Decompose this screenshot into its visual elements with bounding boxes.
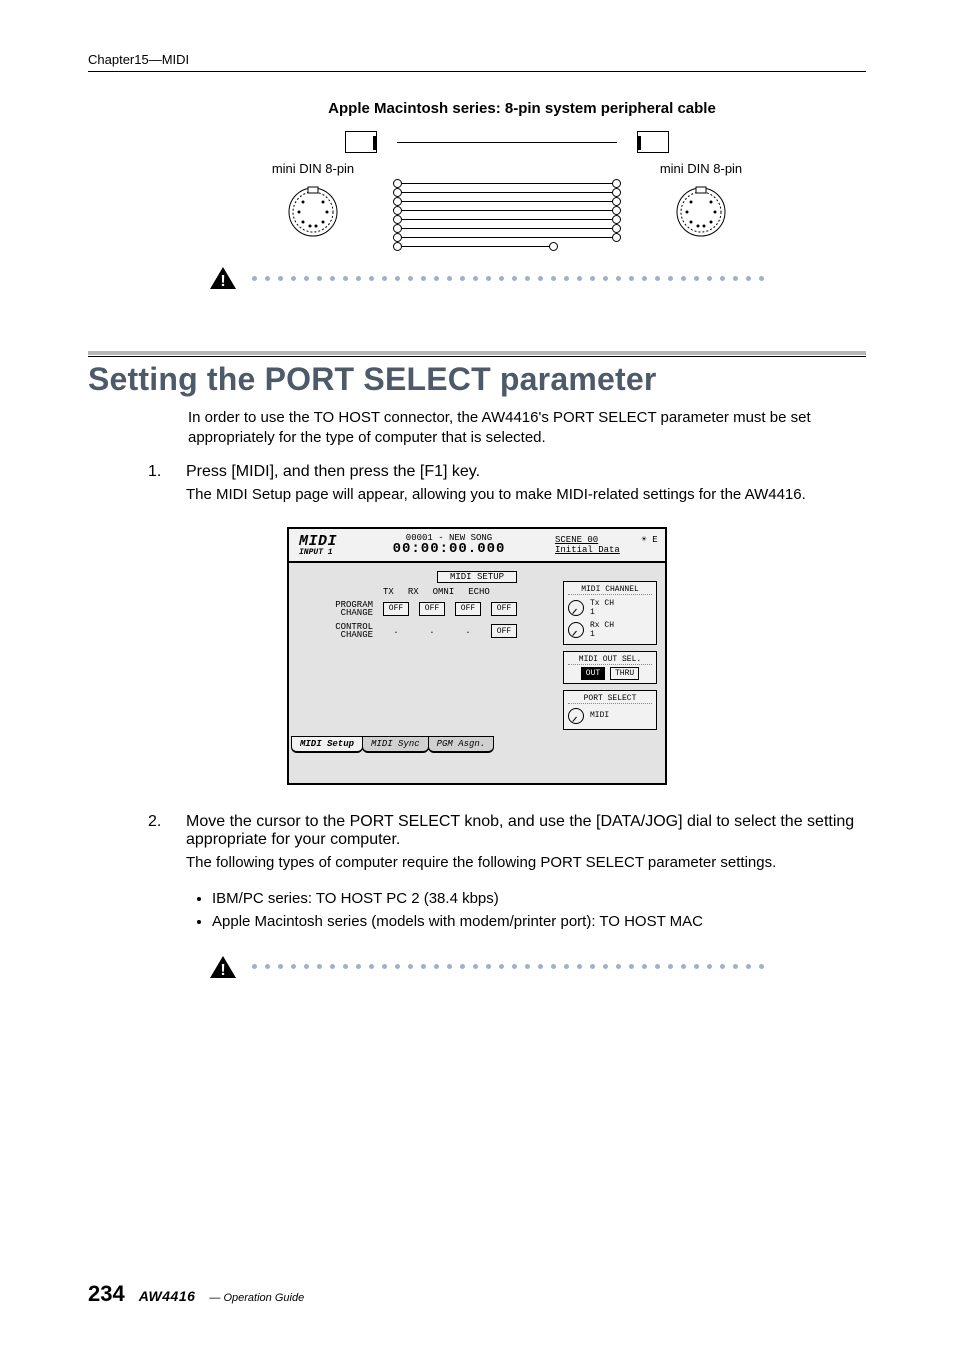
scene-e: E bbox=[652, 535, 657, 545]
connector-box-right bbox=[637, 131, 669, 153]
rx-ch-knob bbox=[568, 622, 584, 638]
cell: OFF bbox=[419, 602, 445, 616]
step-description: The following types of computer require … bbox=[186, 853, 866, 873]
cable-diagram-title: Apple Macintosh series: 8-pin system per… bbox=[178, 100, 866, 117]
din-label-right: mini DIN 8-pin bbox=[660, 161, 742, 176]
warning-note: ! bbox=[208, 954, 866, 980]
tab-midi-sync: MIDI Sync bbox=[362, 736, 429, 753]
step-number: 2. bbox=[148, 813, 172, 948]
midi-setup-label: MIDI SETUP bbox=[437, 571, 517, 583]
wire bbox=[402, 219, 612, 220]
bullet-item: Apple Macintosh series (models with mode… bbox=[212, 910, 866, 933]
row-control-change: CONTROLCHANGE bbox=[299, 623, 373, 639]
section-rule-grey bbox=[88, 351, 866, 355]
cable-top-line bbox=[397, 131, 617, 153]
initial-data: Initial Data bbox=[555, 545, 661, 555]
section-rule-thin bbox=[88, 356, 866, 357]
dotted-rule bbox=[252, 964, 866, 969]
cell: OFF bbox=[455, 602, 481, 616]
step-1: 1. Press [MIDI], and then press the [F1]… bbox=[148, 463, 866, 519]
guide-label: — Operation Guide bbox=[209, 1292, 304, 1304]
wire bbox=[402, 237, 612, 238]
col-echo: ECHO bbox=[468, 587, 490, 597]
port-select-knob bbox=[568, 708, 584, 724]
section-rule-group bbox=[88, 351, 866, 357]
wire bbox=[402, 246, 549, 247]
midi-channel-box: MIDI CHANNEL Tx CH1 Rx CH1 bbox=[563, 581, 657, 645]
thru-button: THRU bbox=[610, 667, 639, 680]
step-title: Press [MIDI], and then press the [F1] ke… bbox=[186, 463, 866, 481]
step-title: Move the cursor to the PORT SELECT knob,… bbox=[186, 813, 866, 849]
page-footer: 234 AW4416 — Operation Guide bbox=[88, 1281, 304, 1307]
midi-out-sel-box: MIDI OUT SEL. OUT THRU bbox=[563, 651, 657, 684]
connector-box-left bbox=[345, 131, 377, 153]
cell-dot: . bbox=[455, 626, 481, 636]
section-intro: In order to use the TO HOST connector, t… bbox=[188, 408, 866, 449]
port-select-value: MIDI bbox=[590, 711, 609, 720]
din-8pin-icon bbox=[671, 184, 731, 240]
warning-note: ! bbox=[208, 265, 866, 291]
tab-pgm-asgn: PGM Asgn. bbox=[428, 736, 495, 753]
warning-icon: ! bbox=[208, 265, 238, 291]
midi-out-sel-title: MIDI OUT SEL. bbox=[568, 655, 652, 665]
din-right: mini DIN 8-pin bbox=[636, 161, 766, 240]
wire bbox=[402, 192, 612, 193]
cell-dot: . bbox=[419, 626, 445, 636]
col-omni: OMNI bbox=[433, 587, 455, 597]
port-select-box: PORT SELECT MIDI bbox=[563, 690, 657, 730]
din-row: mini DIN 8-pin mini DIN 8-pin bbox=[148, 161, 866, 247]
svg-text:!: ! bbox=[220, 962, 225, 979]
wire bbox=[402, 201, 612, 202]
cell: OFF bbox=[491, 624, 517, 638]
cell: OFF bbox=[383, 602, 409, 616]
cell: OFF bbox=[491, 602, 517, 616]
header-rule bbox=[88, 71, 866, 72]
step-bullets: IBM/PC series: TO HOST PC 2 (38.4 kbps) … bbox=[204, 887, 866, 934]
product-name: AW4416 bbox=[139, 1288, 196, 1304]
screenshot-tabs: MIDI Setup MIDI Sync PGM Asgn. bbox=[291, 736, 493, 753]
tx-ch-knob bbox=[568, 600, 584, 616]
wire bbox=[402, 228, 612, 229]
scene-label: SCENE 00 bbox=[555, 535, 598, 545]
cable-connector-row bbox=[148, 131, 866, 153]
cell-dot: . bbox=[383, 626, 409, 636]
din-8pin-icon bbox=[283, 184, 343, 240]
wire bbox=[402, 210, 612, 211]
col-rx: RX bbox=[408, 587, 419, 597]
section-title: Setting the PORT SELECT parameter bbox=[88, 361, 866, 398]
col-tx: TX bbox=[383, 587, 394, 597]
time-counter: 00:00:00.000 bbox=[343, 541, 555, 557]
step-number: 1. bbox=[148, 463, 172, 519]
row-program-change: PROGRAMCHANGE bbox=[299, 601, 373, 617]
screenshot-header: MIDI INPUT 1 00001 - NEW SONG 00:00:00.0… bbox=[289, 529, 665, 563]
page-number: 234 bbox=[88, 1281, 125, 1307]
wire bbox=[402, 183, 612, 184]
chapter-header: Chapter15—MIDI bbox=[88, 52, 866, 67]
tab-midi-setup: MIDI Setup bbox=[291, 736, 363, 753]
step-2: 2. Move the cursor to the PORT SELECT kn… bbox=[148, 813, 866, 948]
wire-bundle bbox=[402, 161, 612, 247]
warning-icon: ! bbox=[208, 954, 238, 980]
dotted-rule bbox=[252, 276, 866, 281]
din-left: mini DIN 8-pin bbox=[248, 161, 378, 240]
bullet-item: IBM/PC series: TO HOST PC 2 (38.4 kbps) bbox=[212, 887, 866, 910]
midi-setup-screenshot: MIDI INPUT 1 00001 - NEW SONG 00:00:00.0… bbox=[287, 527, 667, 785]
step-description: The MIDI Setup page will appear, allowin… bbox=[186, 485, 866, 505]
midi-setup-table: TX RX OMNI ECHO PROGRAMCHANGE OFF OFF OF… bbox=[299, 587, 517, 645]
out-button: OUT bbox=[581, 667, 605, 680]
din-label-left: mini DIN 8-pin bbox=[272, 161, 354, 176]
midi-channel-title: MIDI CHANNEL bbox=[568, 585, 652, 595]
svg-text:!: ! bbox=[220, 273, 225, 290]
port-select-title: PORT SELECT bbox=[568, 694, 652, 704]
